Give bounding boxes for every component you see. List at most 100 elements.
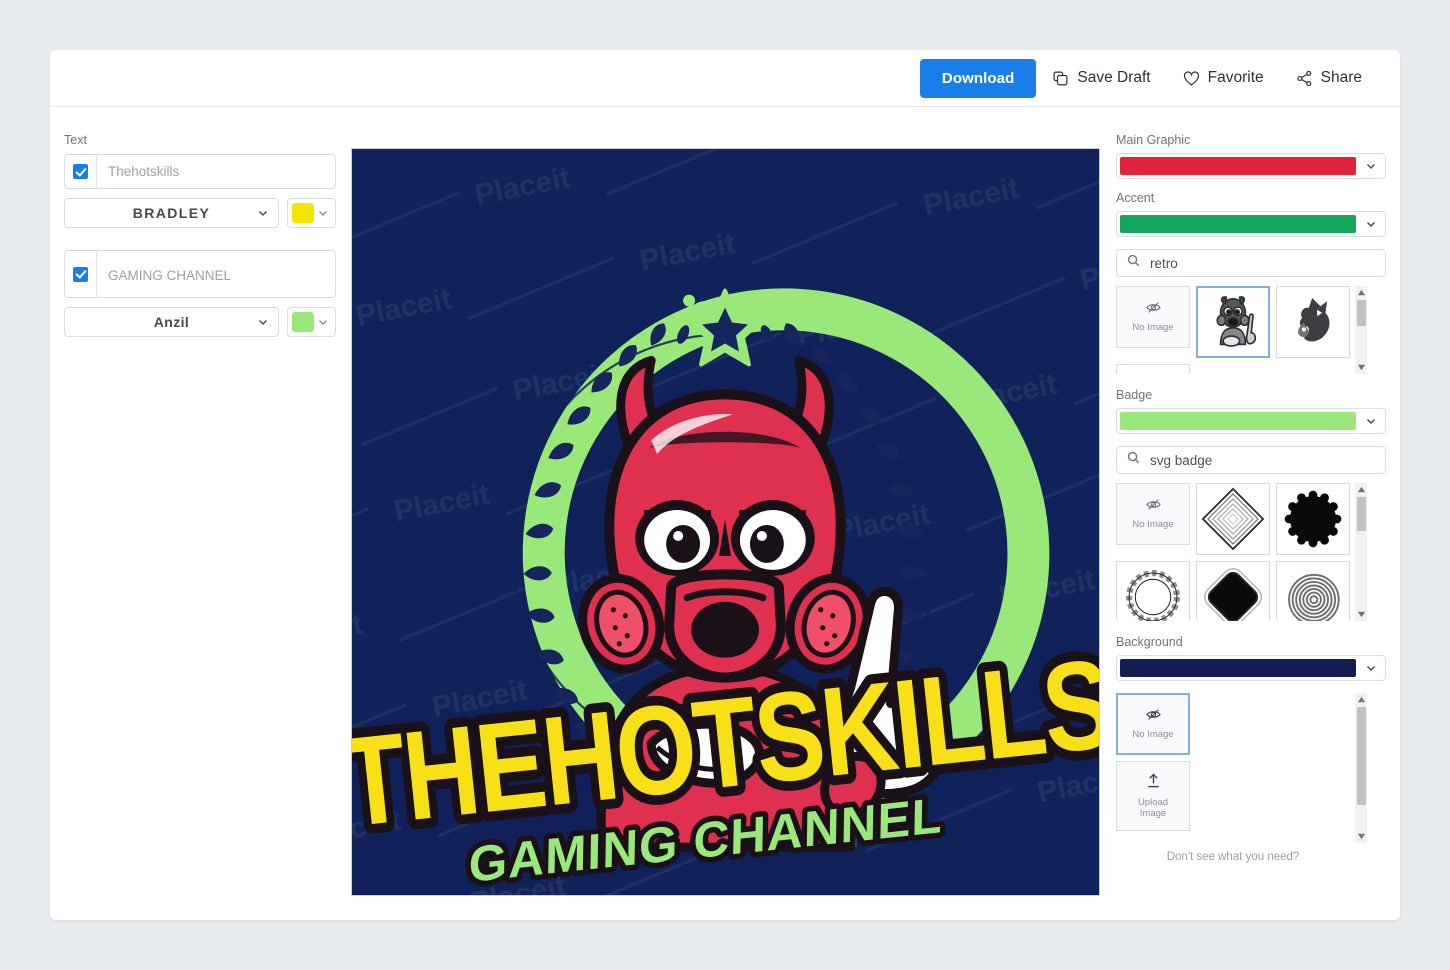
checkbox-checked-icon[interactable] — [73, 266, 88, 282]
text-color-select-1[interactable] — [287, 198, 336, 228]
background-scrollbar[interactable] — [1355, 693, 1367, 843]
accent-label: Accent — [1116, 191, 1155, 205]
main-graphic-thumbs: No Image — [1116, 286, 1386, 374]
share-label: Share — [1320, 69, 1362, 86]
thumb-gear-circle-badge[interactable] — [1276, 483, 1350, 555]
no-image-label: No Image — [1132, 729, 1174, 740]
accent-color-select[interactable] — [1116, 211, 1386, 237]
thumb-no-image[interactable]: No Image — [1116, 286, 1190, 348]
badge-color-select[interactable] — [1116, 408, 1386, 434]
thumb-ring-badge[interactable] — [1116, 561, 1190, 621]
thumb-wolf-mascot[interactable] — [1276, 286, 1350, 358]
badge-scrollbar[interactable] — [1355, 483, 1367, 621]
scroll-thumb[interactable] — [1356, 300, 1366, 326]
scroll-down-icon[interactable] — [1357, 610, 1366, 619]
thumb-no-image[interactable]: No Image — [1116, 693, 1190, 755]
chevron-down-icon — [1365, 415, 1377, 427]
search-icon — [1127, 254, 1140, 272]
logo-artwork: THEHOTSKILLS THEHOTSKILLS GAMING CHANNEL… — [352, 288, 1099, 895]
chevron-down-icon — [257, 316, 269, 328]
text-input-2[interactable] — [97, 251, 335, 297]
text-input-1[interactable] — [97, 155, 335, 188]
search-icon — [1127, 451, 1140, 469]
save-draft-button[interactable]: Save Draft — [1036, 61, 1166, 95]
badge-search-input[interactable] — [1148, 451, 1375, 469]
graphics-settings-panel: Main Graphic Accent retro No Image Badge… — [1100, 107, 1400, 920]
need-help-hint[interactable]: Don't see what you need? — [1116, 851, 1350, 863]
main-graphic-color-select[interactable] — [1116, 153, 1386, 179]
upload-label-2: Image — [1139, 808, 1167, 819]
scroll-down-icon[interactable] — [1357, 363, 1366, 372]
chevron-down-icon — [317, 316, 329, 328]
no-image-icon — [1145, 708, 1162, 726]
thumb-spiral-badge[interactable] — [1276, 561, 1350, 621]
color-swatch-yellow — [292, 203, 314, 223]
badge-label: Badge — [1116, 388, 1153, 402]
chevron-down-icon — [317, 207, 329, 219]
chevron-down-icon — [257, 207, 269, 219]
text-field-row-1 — [64, 154, 336, 189]
font-name-2: Anzil — [153, 314, 190, 330]
text-toggle-1[interactable] — [65, 155, 97, 188]
thumb-spacer — [1196, 693, 1350, 755]
favorite-button[interactable]: Favorite — [1167, 61, 1280, 95]
text-settings-panel: Text BRADLEY — [50, 107, 350, 920]
design-canvas[interactable]: Placeit Placeit — [351, 148, 1100, 896]
font-select-1[interactable]: BRADLEY — [64, 198, 279, 228]
font-name-1: BRADLEY — [132, 205, 211, 221]
scroll-up-icon[interactable] — [1357, 695, 1366, 704]
badge-thumbs: No Image — [1116, 483, 1386, 621]
copy-icon — [1052, 70, 1069, 87]
scroll-thumb[interactable] — [1356, 707, 1366, 805]
text-color-select-2[interactable] — [287, 307, 336, 337]
share-button[interactable]: Share — [1280, 61, 1378, 95]
checkbox-checked-icon[interactable] — [73, 164, 88, 179]
main-graphic-scrollbar[interactable] — [1355, 286, 1367, 374]
save-draft-label: Save Draft — [1077, 69, 1151, 86]
main-graphic-search-input[interactable] — [1148, 254, 1375, 272]
toolbar: Download Save Draft Favorite Share — [50, 50, 1400, 107]
thumb-no-image[interactable]: No Image — [1116, 483, 1190, 545]
chevron-down-icon — [1365, 218, 1377, 230]
upload-label-1: Upload — [1137, 797, 1169, 808]
scroll-up-icon[interactable] — [1357, 288, 1366, 297]
main-graphic-label: Main Graphic — [1116, 133, 1191, 147]
thumb-rounded-square-badge[interactable] — [1196, 561, 1270, 621]
text-section-label: Text — [64, 133, 87, 147]
no-image-icon — [1145, 301, 1162, 319]
background-color-select[interactable] — [1116, 655, 1386, 681]
upload-icon — [1146, 773, 1161, 794]
heart-icon — [1183, 70, 1200, 87]
font-row-2: Anzil — [64, 307, 336, 337]
no-image-icon — [1145, 498, 1162, 516]
favorite-label: Favorite — [1207, 69, 1264, 86]
share-icon — [1296, 70, 1313, 87]
main-graphic-search[interactable] — [1116, 249, 1386, 277]
background-thumbs: No Image Upload Image — [1116, 693, 1386, 843]
scroll-thumb[interactable] — [1356, 497, 1366, 531]
thumb-diamond-lines-badge[interactable] — [1196, 483, 1270, 555]
color-swatch-green — [292, 312, 314, 332]
editor-card: Download Save Draft Favorite Share Text … — [50, 50, 1400, 920]
scroll-up-icon[interactable] — [1357, 485, 1366, 494]
color-swatch-green — [1120, 215, 1356, 233]
font-select-2[interactable]: Anzil — [64, 307, 279, 337]
font-row-1: BRADLEY — [64, 198, 336, 228]
no-image-label: No Image — [1132, 322, 1174, 333]
scroll-down-icon[interactable] — [1357, 832, 1366, 841]
thumb-skull-graphic[interactable] — [1116, 364, 1190, 374]
badge-search[interactable] — [1116, 446, 1386, 474]
chevron-down-icon — [1365, 160, 1377, 172]
text-toggle-2[interactable] — [65, 251, 97, 297]
download-button[interactable]: Download — [919, 58, 1037, 98]
thumb-mascot-devil-gasmask[interactable] — [1196, 286, 1270, 358]
color-swatch-red — [1120, 157, 1356, 175]
color-swatch-navy — [1120, 659, 1356, 677]
chevron-down-icon — [1365, 662, 1377, 674]
text-field-row-2 — [64, 250, 336, 298]
design-canvas-area: Placeit Placeit — [351, 148, 1100, 896]
no-image-label: No Image — [1132, 519, 1174, 530]
thumb-upload-image[interactable]: Upload Image — [1116, 761, 1190, 831]
background-label: Background — [1116, 635, 1183, 649]
color-swatch-light-green — [1120, 412, 1356, 430]
